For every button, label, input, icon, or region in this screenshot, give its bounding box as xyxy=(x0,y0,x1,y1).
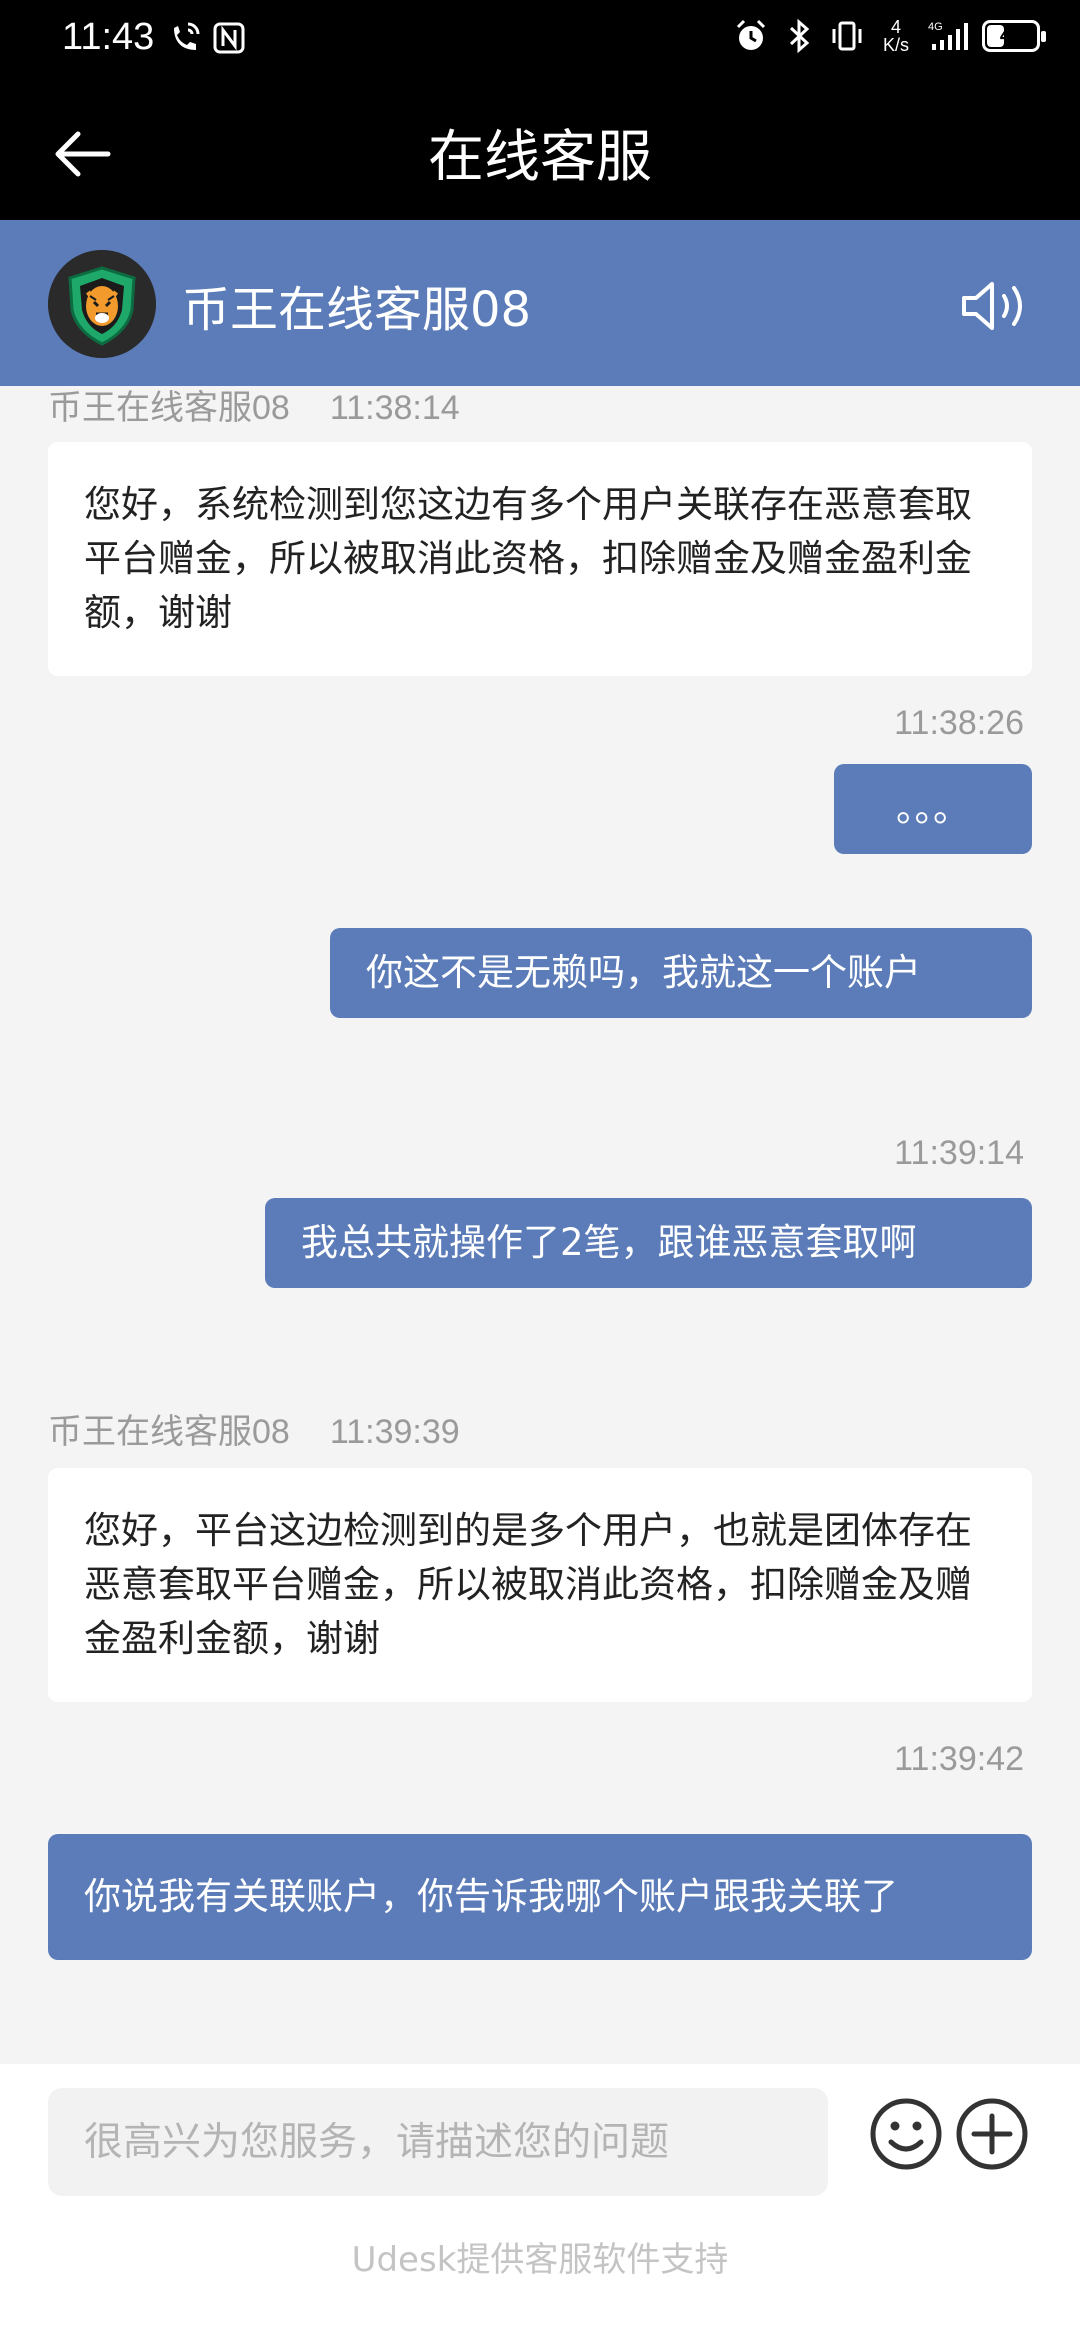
incoming-message-bubble[interactable]: 您好，平台这边检测到的是多个用户，也就是团体存在恶意套取平台赠金，所以被取消此资… xyxy=(48,1468,1032,1702)
outgoing-message-bubble[interactable]: 你这不是无赖吗，我就这一个账户 xyxy=(330,928,1032,1018)
incoming-message-bubble[interactable]: 您好，系统检测到您这边有多个用户关联存在恶意套取平台赠金，所以被取消此资格，扣除… xyxy=(48,442,1032,676)
agent-header: 币王在线客服08 xyxy=(0,220,1080,386)
smiley-icon[interactable] xyxy=(868,2096,944,2172)
message-meta: 币王在线客服08 11:38:14 xyxy=(48,389,460,427)
message-input[interactable] xyxy=(48,2088,828,2196)
avatar[interactable] xyxy=(48,250,156,358)
message-time: 11:39:14 xyxy=(894,1134,1024,1172)
powered-by-footer: Udesk提供客服软件支持 xyxy=(351,2240,729,2280)
agent-name: 币王在线客服08 xyxy=(182,282,532,338)
outgoing-message-bubble[interactable]: 我总共就操作了2笔，跟谁恶意套取啊 xyxy=(265,1198,1032,1288)
message-meta: 币王在线客服08 11:39:39 xyxy=(48,1413,460,1451)
title-bar: 在线客服 xyxy=(0,80,1080,220)
tiger-shield-logo xyxy=(48,250,156,358)
call-wifi-icon xyxy=(174,22,200,50)
plus-circle-icon[interactable] xyxy=(954,2096,1030,2172)
chat-message-list[interactable]: 币王在线客服08 11:38:14 您好，系统检测到您这边有多个用户关联存在恶意套… xyxy=(0,386,1080,2064)
page-title: 在线客服 xyxy=(428,125,652,190)
svg-text:4G: 4G xyxy=(928,21,943,33)
status-time: 11:43 xyxy=(62,16,155,58)
battery-indicator: 41 xyxy=(982,20,1046,52)
message-time: 11:39:42 xyxy=(894,1740,1024,1778)
input-bar: Udesk提供客服软件支持 xyxy=(0,2064,1080,2340)
outgoing-message-bubble[interactable]: 。。。 xyxy=(834,764,1032,854)
network-speed: 4 K/s xyxy=(882,17,909,55)
vibrate-icon xyxy=(832,21,862,51)
alarm-icon xyxy=(736,19,766,50)
signal-icon: 4G xyxy=(928,21,968,50)
nfc-icon xyxy=(213,22,245,54)
message-time: 11:38:26 xyxy=(894,704,1024,742)
outgoing-message-bubble[interactable]: 你说我有关联账户，你告诉我哪个账户跟我关联了 xyxy=(48,1834,1032,1960)
speaker-icon[interactable] xyxy=(958,276,1032,336)
bluetooth-icon xyxy=(789,18,810,54)
status-bar: 11:43 4 K/s 4G 41 xyxy=(0,0,1080,80)
